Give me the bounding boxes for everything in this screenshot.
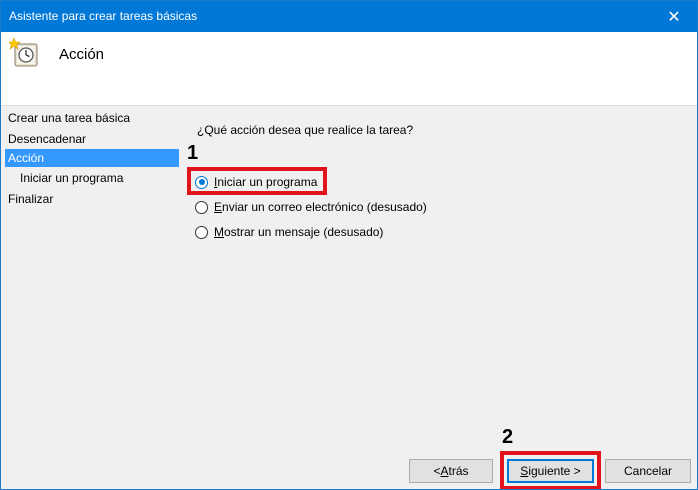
title-bar[interactable]: Asistente para crear tareas básicas ✕ (1, 1, 697, 32)
next-button[interactable]: Siguiente > (507, 459, 594, 483)
radio-iniciar-programa[interactable] (195, 175, 208, 189)
action-question: ¿Qué acción desea que realice la tarea? (197, 123, 414, 137)
wizard-steps-sidebar: Crear una tarea básica Desencadenar Acci… (1, 106, 183, 446)
radio-mostrar-mensaje[interactable] (195, 225, 208, 239)
option-label-enviar-correo: Enviar un correo electrónico (desusado) (214, 200, 427, 214)
option-label-mostrar-mensaje: Mostrar un mensaje (desusado) (214, 225, 384, 239)
sidebar-item-finalizar[interactable]: Finalizar (5, 190, 179, 208)
option-iniciar-programa[interactable]: Iniciar un programa (195, 173, 317, 191)
window-title: Asistente para crear tareas básicas (9, 9, 198, 23)
cancel-button[interactable]: Cancelar (605, 459, 691, 483)
option-enviar-correo[interactable]: Enviar un correo electrónico (desusado) (195, 198, 427, 216)
radio-enviar-correo[interactable] (195, 200, 208, 214)
sidebar-item-desencadenar[interactable]: Desencadenar (5, 130, 179, 148)
option-label-iniciar-programa: Iniciar un programa (214, 175, 318, 189)
wizard-header: Acción (1, 32, 697, 106)
option-mostrar-mensaje[interactable]: Mostrar un mensaje (desusado) (195, 223, 383, 241)
sidebar-item-crear-tarea[interactable]: Crear una tarea básica (5, 109, 179, 127)
back-button[interactable]: < Atrás (409, 459, 493, 483)
wizard-content: ¿Qué acción desea que realice la tarea? … (185, 106, 695, 446)
sidebar-item-accion[interactable]: Acción (5, 149, 179, 167)
annotation-step-1: 1 (187, 142, 199, 164)
page-title: Acción (59, 46, 105, 63)
annotation-step-2: 2 (502, 426, 514, 448)
wizard-window: Asistente para crear tareas básicas ✕ Ac… (0, 0, 698, 490)
sidebar-item-iniciar-programa[interactable]: Iniciar un programa (5, 169, 179, 187)
close-icon[interactable]: ✕ (651, 1, 697, 32)
task-scheduler-clock-icon (7, 37, 41, 70)
